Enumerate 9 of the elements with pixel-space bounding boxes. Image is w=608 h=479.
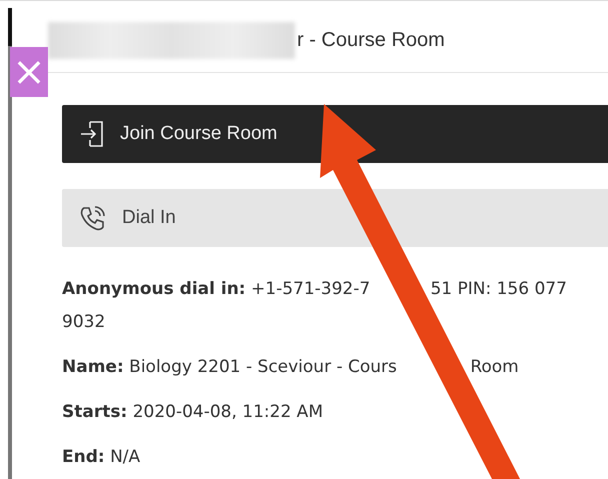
panel-title: r - Course Room [297, 28, 445, 52]
detail-text: End: N/A [62, 446, 142, 469]
join-button[interactable]: Join Course Room [62, 105, 608, 163]
dial-in-button[interactable]: Dial In [62, 189, 608, 247]
detail-text: Name: Biology 2201 - Sceviour - Cours Room [62, 356, 520, 379]
detail-text: Starts: 2020-04-08, 11:22 AM [62, 401, 324, 424]
phone-icon [80, 205, 106, 231]
detail-text: Anonymous dial in: +1-571-392-7 51 PIN: 156 077 9032 [62, 278, 568, 334]
sign-in-icon [80, 121, 104, 147]
